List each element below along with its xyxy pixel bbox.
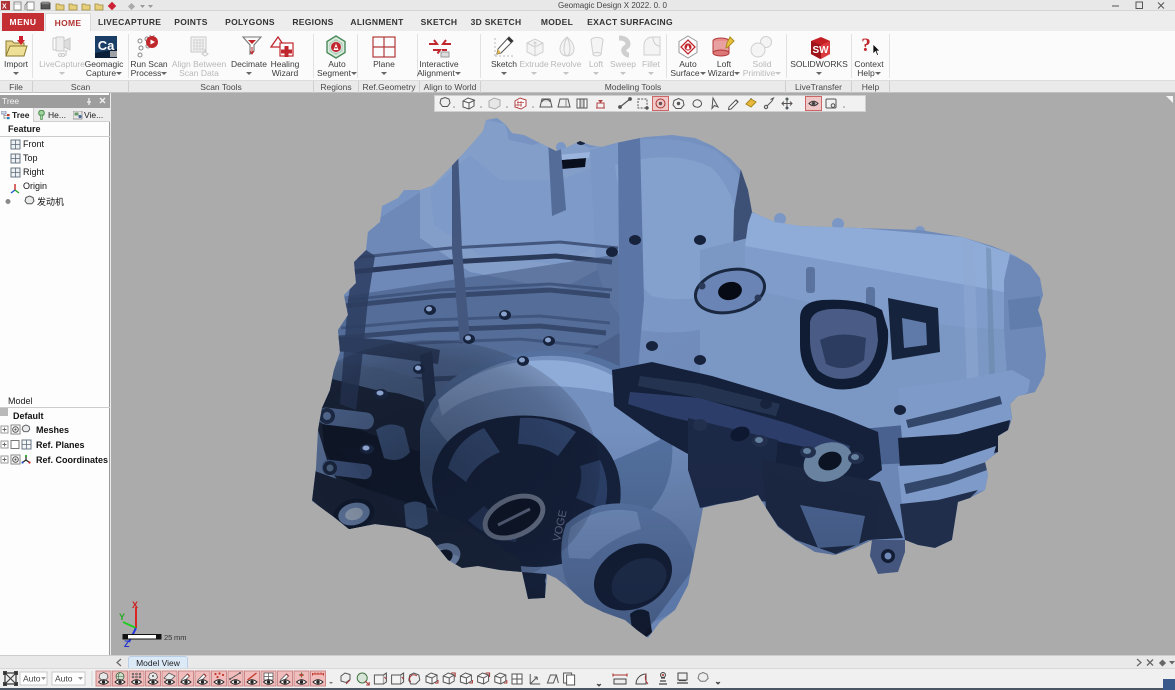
svg-text:mm: mm [174,633,187,642]
svg-text:X: X [2,4,7,11]
svg-text:Ca: Ca [98,38,115,53]
svg-text:SW: SW [812,45,829,56]
svg-text:Auto: Auto [23,674,41,684]
svg-text:X: X [132,600,138,610]
svg-text:Y: Y [119,612,125,622]
svg-text:Auto: Auto [55,674,73,684]
svg-text:?: ? [861,35,871,56]
svg-text:25: 25 [164,633,172,642]
svg-text:Z: Z [124,639,130,648]
